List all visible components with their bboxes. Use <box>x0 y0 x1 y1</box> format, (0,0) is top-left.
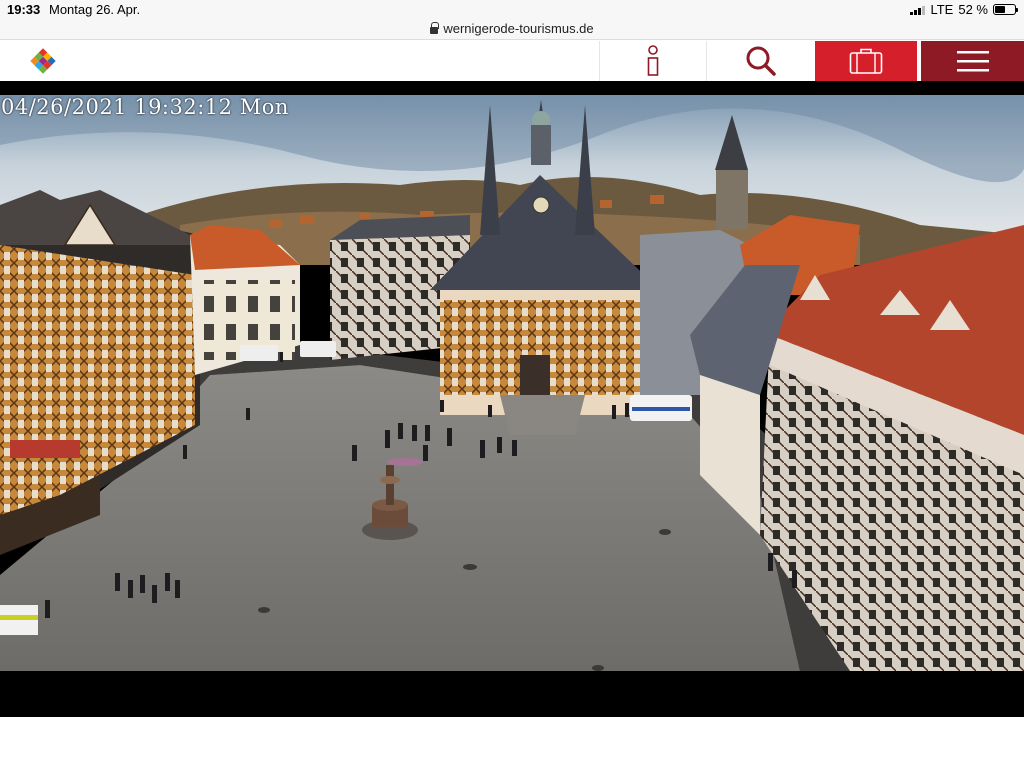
status-time: 19:33 <box>7 2 41 17</box>
site-header <box>0 41 1024 81</box>
webcam-timestamp: 04/26/2021 19:32:12 Mon <box>1 95 289 119</box>
network-label: LTE <box>930 2 954 17</box>
colorful-diamond-logo-icon[interactable] <box>28 46 58 76</box>
webcam-image[interactable] <box>0 95 1024 671</box>
bag-button[interactable] <box>815 41 917 81</box>
status-indicators: LTE 52 % <box>910 2 1018 17</box>
webcam-container: 04/26/2021 19:32:12 Mon <box>0 81 1024 717</box>
lock-icon <box>430 21 440 35</box>
status-bar: 19:33 Montag 26. Apr. LTE 52 % <box>0 0 1024 20</box>
status-date: Montag 26. Apr. <box>49 2 141 17</box>
search-button[interactable] <box>706 41 814 81</box>
url-text[interactable]: wernigerode-tourismus.de <box>443 21 593 36</box>
signal-icon <box>910 5 926 15</box>
battery-icon <box>993 4 1018 15</box>
menu-button[interactable] <box>921 41 1024 81</box>
suitcase-icon <box>849 48 883 74</box>
hamburger-menu-icon <box>956 51 989 72</box>
search-icon <box>746 46 776 76</box>
info-button[interactable] <box>599 41 706 81</box>
info-icon <box>647 45 659 76</box>
address-bar[interactable]: wernigerode-tourismus.de <box>0 18 1024 40</box>
battery-percent: 52 % <box>958 2 988 17</box>
